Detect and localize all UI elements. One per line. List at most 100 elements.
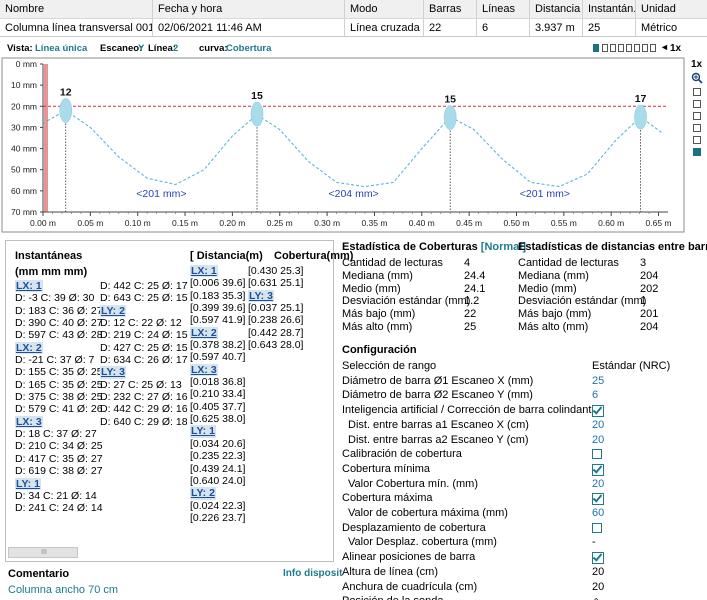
zoom-level-6-icon[interactable] xyxy=(634,44,640,52)
x-tick-label: 0.00 m xyxy=(30,218,56,228)
config-value[interactable]: 6 xyxy=(592,389,598,401)
config-value[interactable]: 20 xyxy=(592,478,604,490)
col-header-instantaneas[interactable]: Instantán... xyxy=(583,0,636,18)
snapshot-group-row: LX: 2 xyxy=(15,341,103,355)
bar-spacing-label: <201 mm> xyxy=(136,188,186,200)
snapshot-group-header[interactable]: LY: 1 xyxy=(15,477,41,490)
config-value[interactable]: Estándar (NRC) xyxy=(592,360,670,372)
config-value[interactable]: 20 xyxy=(592,419,604,431)
col-header-lineas[interactable]: Líneas xyxy=(477,0,530,18)
zoom-level-5-icon[interactable] xyxy=(626,44,632,52)
col-header-nombre[interactable]: Nombre xyxy=(0,0,153,18)
config-value[interactable]: - xyxy=(592,536,596,548)
zoom-level-7-icon[interactable] xyxy=(642,44,648,52)
coverage-stats-title-text: Estadística de Coberturas xyxy=(342,241,478,253)
snapshots-panel[interactable]: Instantáneas (mm mm mm) [ Distancia(m) C… xyxy=(5,240,353,562)
zoom-level-3-icon[interactable] xyxy=(610,44,616,52)
snapshot-group-header[interactable]: LY: 1 xyxy=(190,425,216,438)
config-value[interactable]: 25 xyxy=(592,375,604,387)
snapshot-group-header[interactable]: LY: 3 xyxy=(100,366,126,379)
y-tick-label: 0 mm xyxy=(16,59,37,69)
stat-label: Más bajo (mm) xyxy=(342,308,416,321)
config-value[interactable]: ◇ xyxy=(592,595,600,600)
stat-label: Mediana (mm) xyxy=(518,269,589,282)
side-level-1-icon[interactable] xyxy=(693,88,701,96)
col-header-modo[interactable]: Modo xyxy=(345,0,424,18)
comment-value[interactable]: Columna ancho 70 cm xyxy=(8,584,118,596)
x-tick-label: 0.50 m xyxy=(503,218,529,228)
snapshot-group-header[interactable]: LX: 2 xyxy=(190,326,218,340)
x-tick-label: 0.15 m xyxy=(172,218,198,228)
snapshot-group-row: LY: 2 xyxy=(100,304,188,318)
side-level-6-icon[interactable] xyxy=(693,148,701,156)
config-label: Posición de la sonda xyxy=(342,595,444,600)
config-value[interactable]: 20 xyxy=(592,581,604,593)
horizontal-scrollbar[interactable]: III xyxy=(8,547,78,558)
side-level-4-icon[interactable] xyxy=(693,124,701,132)
side-level-3-icon[interactable] xyxy=(693,112,701,120)
snapshot-group-header[interactable]: LX: 3 xyxy=(15,415,43,429)
snapshot-reading: D: 34 C: 21 Ø: 14 xyxy=(15,489,97,502)
snapshot-group-header[interactable]: LY: 2 xyxy=(190,487,216,500)
zoom-level-8-icon[interactable] xyxy=(650,44,656,52)
cell-nombre: Columna línea transversal 001 xyxy=(0,19,153,36)
view-options-bar: Vista: Línea única Escaneo: Y Línea: 2 c… xyxy=(0,40,707,56)
col-header-distancia[interactable]: Distancia xyxy=(530,0,583,18)
snapshot-group-row: LX: 3 xyxy=(15,415,103,429)
rebar-marker[interactable] xyxy=(443,105,457,130)
table-row[interactable]: Columna línea transversal 001 02/06/2021… xyxy=(0,19,707,37)
rebar-marker[interactable] xyxy=(59,98,73,123)
snapshot-reading: [0.405 37.7] xyxy=(190,400,246,413)
checkbox-checked-icon[interactable] xyxy=(592,552,604,565)
snapshot-group-header[interactable]: LX: 2 xyxy=(15,341,43,355)
snapshot-reading: D: 643 C: 25 Ø: 15 xyxy=(100,292,188,305)
checkbox-checked-icon[interactable] xyxy=(592,405,604,418)
snapshot-reading: D: 417 C: 35 Ø: 27 xyxy=(15,452,103,465)
config-value[interactable]: 20 xyxy=(592,566,604,578)
snapshot-reading: D: 27 C: 25 Ø: 13 xyxy=(100,378,182,391)
linea-value[interactable]: 2 xyxy=(173,43,178,54)
config-label: Anchura de cuadrícula (cm) xyxy=(342,580,478,593)
rebar-diameter-label: 15 xyxy=(251,90,263,102)
escaneo-value[interactable]: Y xyxy=(138,43,144,54)
side-level-2-icon[interactable] xyxy=(693,100,701,108)
zoom-level-2-icon[interactable] xyxy=(602,44,608,52)
curva-value[interactable]: Cobertura xyxy=(226,43,271,54)
stat-value: 3 xyxy=(640,257,647,269)
zoom-in-icon[interactable] xyxy=(691,72,703,84)
checkbox-unchecked-icon[interactable] xyxy=(592,522,602,533)
snapshot-group-header[interactable]: LX: 1 xyxy=(15,280,43,293)
snapshot-group-header[interactable]: LX: 1 xyxy=(190,265,218,278)
snapshot-group-header[interactable]: LX: 3 xyxy=(190,363,218,377)
snapshot-reading: D: 183 C: 36 Ø: 27 xyxy=(15,304,103,317)
snapshot-group-header[interactable]: LY: 3 xyxy=(248,289,274,303)
zoom-level-4-icon[interactable] xyxy=(618,44,624,52)
side-level-5-icon[interactable] xyxy=(693,136,701,144)
checkbox-unchecked-icon[interactable] xyxy=(592,449,602,460)
zoom-in-arrow-icon[interactable]: ◄ xyxy=(660,42,669,52)
x-tick-label: 0.35 m xyxy=(361,218,387,228)
rebar-marker[interactable] xyxy=(250,101,264,127)
coverage-chart[interactable]: 0 mm 10 mm 20 mm 30 mm 40 mm 50 mm 60 mm 70 mm 0… xyxy=(0,56,686,234)
checkbox-checked-icon[interactable] xyxy=(592,493,604,506)
col-header-barras[interactable]: Barras xyxy=(424,0,477,18)
snapshot-group-header[interactable]: LY: 2 xyxy=(100,304,126,318)
stat-label: Más bajo (mm) xyxy=(518,308,592,321)
snapshot-reading: D: 579 C: 41 Ø: 26 xyxy=(15,403,103,416)
snapshot-reading: D: 18 C: 37 Ø: 27 xyxy=(15,428,97,441)
col-header-fecha[interactable]: Fecha y hora▲ xyxy=(153,0,345,18)
config-value[interactable]: 60 xyxy=(592,507,604,519)
config-label: Diámetro de barra Ø1 Escaneo X (mm) xyxy=(342,374,534,387)
stat-label: Cantidad de lecturas xyxy=(342,257,443,269)
stat-value: 204 xyxy=(640,269,659,282)
scrollbar-thumb[interactable]: III xyxy=(37,549,51,556)
snapshots-units: (mm mm mm) xyxy=(15,266,88,278)
checkbox-checked-icon[interactable] xyxy=(592,463,604,476)
config-value[interactable]: 20 xyxy=(592,434,604,446)
device-info-link[interactable]: Info disposit xyxy=(283,568,342,579)
snapshot-reading: [0.640 24.0] xyxy=(190,474,246,487)
zoom-level-1-icon[interactable] xyxy=(593,44,599,52)
col-header-unidad[interactable]: Unidad xyxy=(636,0,707,18)
rebar-marker[interactable] xyxy=(634,104,647,130)
vista-value[interactable]: Línea única xyxy=(35,43,87,54)
